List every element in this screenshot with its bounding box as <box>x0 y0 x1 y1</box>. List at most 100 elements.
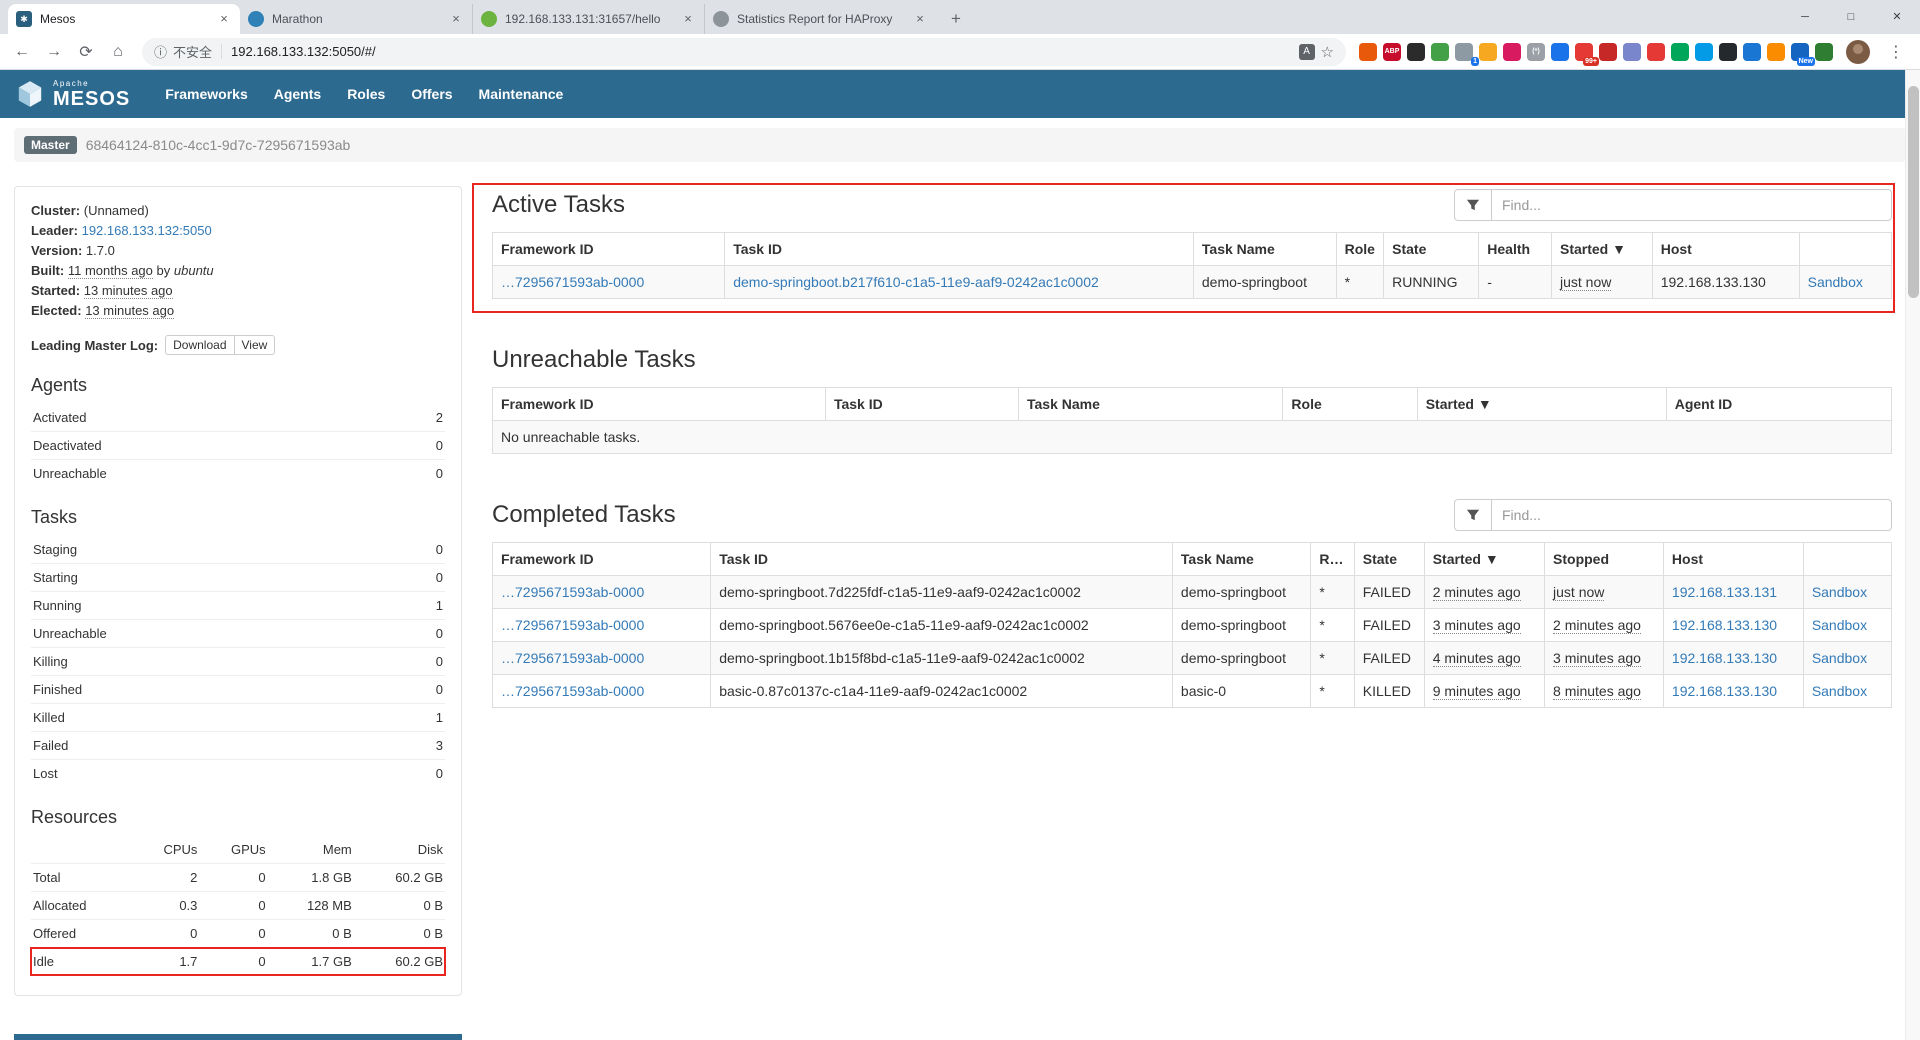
extension-icon[interactable] <box>1407 43 1425 61</box>
extension-icon[interactable] <box>1623 43 1641 61</box>
tab-marathon[interactable]: Marathon × <box>240 4 472 34</box>
column-header[interactable]: Host <box>1652 233 1799 266</box>
column-header-sorted[interactable]: Started ▼ <box>1417 388 1666 421</box>
framework-link[interactable]: …7295671593ab-0000 <box>501 584 644 600</box>
tab-haproxy-stats[interactable]: Statistics Report for HAProxy × <box>704 4 936 34</box>
log-download-button[interactable]: Download <box>165 335 234 355</box>
role: * <box>1311 609 1354 642</box>
address-bar[interactable]: ⓘ 不安全 192.168.133.132:5050/#/ A ☆ <box>142 38 1346 66</box>
filter-button[interactable] <box>1454 499 1492 531</box>
tab-hello-app[interactable]: 192.168.133.131:31657/hello × <box>472 4 704 34</box>
extension-icon[interactable]: New <box>1791 43 1809 61</box>
column-header[interactable]: State <box>1354 543 1424 576</box>
maximize-button[interactable]: □ <box>1828 0 1874 33</box>
column-header[interactable]: Task Name <box>1193 233 1336 266</box>
extension-icon[interactable]: ABP <box>1383 43 1401 61</box>
window-close-button[interactable]: ✕ <box>1874 0 1920 33</box>
table-header-row: Framework ID Task ID Task Name Role Star… <box>493 388 1892 421</box>
profile-avatar[interactable] <box>1846 40 1870 64</box>
host-link[interactable]: 192.168.133.130 <box>1672 617 1777 633</box>
tab-close-icon[interactable]: × <box>448 11 464 27</box>
nav-item-roles[interactable]: Roles <box>334 70 398 118</box>
stat-value: 0 <box>199 892 267 920</box>
framework-link[interactable]: …7295671593ab-0000 <box>501 650 644 666</box>
tab-close-icon[interactable]: × <box>680 11 696 27</box>
sandbox-link[interactable]: Sandbox <box>1812 650 1867 666</box>
column-header[interactable]: Framework ID <box>493 388 826 421</box>
column-header[interactable]: Task ID <box>711 543 1173 576</box>
framework-link[interactable]: …7295671593ab-0000 <box>501 683 644 699</box>
extension-icon[interactable] <box>1671 43 1689 61</box>
page-scrollbar[interactable] <box>1905 70 1920 1040</box>
tab-close-icon[interactable]: × <box>912 11 928 27</box>
find-input[interactable] <box>1492 499 1892 531</box>
tab-mesos[interactable]: ✱ Mesos × <box>8 4 240 34</box>
extension-icon[interactable] <box>1743 43 1761 61</box>
translate-icon[interactable]: A <box>1299 44 1315 60</box>
extension-icon[interactable] <box>1695 43 1713 61</box>
log-view-button[interactable]: View <box>234 335 276 355</box>
bookmark-star-icon[interactable]: ☆ <box>1321 43 1334 61</box>
column-header-sorted[interactable]: Started ▼ <box>1424 543 1544 576</box>
sandbox-link[interactable]: Sandbox <box>1808 274 1863 290</box>
mesos-brand[interactable]: Apache MESOS <box>16 80 130 109</box>
nav-item-maintenance[interactable]: Maintenance <box>466 70 577 118</box>
sandbox-link[interactable]: Sandbox <box>1812 617 1867 633</box>
url-text[interactable]: 192.168.133.132:5050/#/ <box>231 44 1293 59</box>
browser-menu-icon[interactable]: ⋮ <box>1880 42 1912 62</box>
nav-item-offers[interactable]: Offers <box>398 70 465 118</box>
column-header[interactable]: Task Name <box>1019 388 1283 421</box>
host-link[interactable]: 192.168.133.131 <box>1672 584 1777 600</box>
sandbox-link[interactable]: Sandbox <box>1812 584 1867 600</box>
column-header[interactable]: Health <box>1479 233 1552 266</box>
framework-link[interactable]: …7295671593ab-0000 <box>501 274 644 290</box>
minimize-button[interactable]: ─ <box>1782 0 1828 33</box>
nav-item-agents[interactable]: Agents <box>261 70 334 118</box>
column-header[interactable]: State <box>1384 233 1479 266</box>
extension-icon[interactable] <box>1503 43 1521 61</box>
new-tab-button[interactable]: + <box>942 5 970 33</box>
find-input[interactable] <box>1492 189 1892 221</box>
back-button[interactable]: ← <box>8 38 36 66</box>
filter-button[interactable] <box>1454 189 1492 221</box>
sandbox-link[interactable]: Sandbox <box>1812 683 1867 699</box>
extension-icon[interactable] <box>1599 43 1617 61</box>
column-header[interactable]: Framework ID <box>493 233 725 266</box>
extension-icon[interactable] <box>1479 43 1497 61</box>
host-link[interactable]: 192.168.133.130 <box>1672 650 1777 666</box>
extension-icon[interactable]: 99+ <box>1575 43 1593 61</box>
stat-label: Killing <box>31 648 393 676</box>
scrollbar-thumb[interactable] <box>1908 86 1919 298</box>
framework-link[interactable]: …7295671593ab-0000 <box>501 617 644 633</box>
host-link[interactable]: 192.168.133.130 <box>1672 683 1777 699</box>
extension-icon[interactable]: (*) <box>1527 43 1545 61</box>
extension-icon[interactable] <box>1767 43 1785 61</box>
column-header[interactable]: Stopped <box>1545 543 1664 576</box>
home-button[interactable]: ⌂ <box>104 38 132 66</box>
column-header[interactable]: Role <box>1311 543 1354 576</box>
task-id-link[interactable]: demo-springboot.b217f610-c1a5-11e9-aaf9-… <box>733 274 1099 290</box>
extension-icon[interactable] <box>1551 43 1569 61</box>
column-header-sorted[interactable]: Started ▼ <box>1552 233 1653 266</box>
page-info-icon[interactable]: ⓘ <box>154 42 167 61</box>
extension-icon[interactable] <box>1431 43 1449 61</box>
column-header[interactable]: Task ID <box>725 233 1194 266</box>
column-header[interactable]: Task ID <box>825 388 1018 421</box>
column-header[interactable]: Role <box>1283 388 1417 421</box>
forward-button[interactable]: → <box>40 38 68 66</box>
tab-close-icon[interactable]: × <box>216 11 232 27</box>
column-header[interactable]: Agent ID <box>1666 388 1891 421</box>
extension-icon[interactable] <box>1719 43 1737 61</box>
column-header[interactable]: Host <box>1663 543 1803 576</box>
extension-icon[interactable] <box>1647 43 1665 61</box>
nav-item-frameworks[interactable]: Frameworks <box>152 70 260 118</box>
extension-icon[interactable] <box>1815 43 1833 61</box>
extension-icon[interactable] <box>1359 43 1377 61</box>
column-header[interactable]: Framework ID <box>493 543 711 576</box>
reload-button[interactable]: ⟳ <box>72 38 100 66</box>
leader-link[interactable]: 192.168.133.132:5050 <box>82 223 212 238</box>
column-header[interactable]: Task Name <box>1172 543 1311 576</box>
column-header[interactable]: Role <box>1336 233 1384 266</box>
stat-value: 0 <box>199 920 267 948</box>
extension-icon[interactable]: 1 <box>1455 43 1473 61</box>
